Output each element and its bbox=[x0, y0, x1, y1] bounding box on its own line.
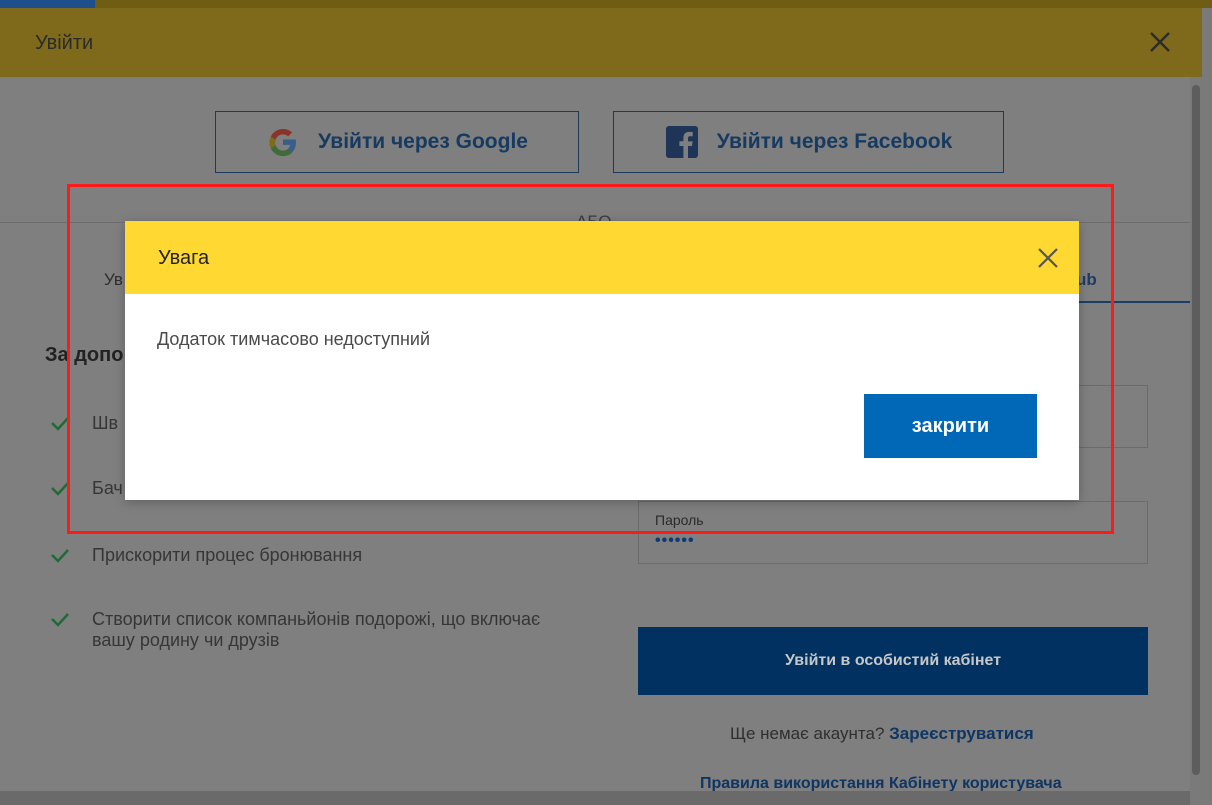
facebook-login-button[interactable]: Увійти через Facebook bbox=[613, 111, 1004, 173]
login-modal-header: Увійти bbox=[0, 8, 1202, 77]
top-strip-blue bbox=[0, 0, 95, 8]
no-account-row: Ще немає акаунта? Зареєструватися bbox=[730, 724, 1034, 744]
login-modal-title: Увійти bbox=[35, 32, 94, 54]
page-top-strip bbox=[0, 0, 1212, 8]
close-button[interactable]: закрити bbox=[864, 394, 1037, 458]
alert-header: Увага bbox=[125, 221, 1079, 294]
benefit-item: Прискорити процес бронювання bbox=[50, 545, 552, 568]
facebook-icon bbox=[665, 125, 699, 159]
password-value: •••••• bbox=[655, 532, 695, 549]
alert-dialog: Увага Додаток тимчасово недоступний закр… bbox=[125, 221, 1079, 500]
bottom-strip bbox=[0, 791, 1202, 805]
scrollbar-thumb[interactable] bbox=[1192, 85, 1200, 775]
benefit-item: Створити список компаньйонів подорожі, щ… bbox=[50, 609, 552, 651]
benefit-text: Прискорити процес бронювання bbox=[92, 545, 363, 565]
google-login-label: Увійти через Google bbox=[318, 130, 528, 153]
checkmark-icon bbox=[50, 547, 76, 568]
login-submit-button[interactable]: Увійти в особистий кабінет bbox=[638, 627, 1148, 695]
scrollbar[interactable] bbox=[1190, 77, 1202, 805]
google-login-button[interactable]: Увійти через Google bbox=[215, 111, 579, 173]
alert-message: Додаток тимчасово недоступний bbox=[157, 329, 431, 349]
register-link[interactable]: Зареєструватися bbox=[889, 724, 1034, 743]
benefit-text: Створити список компаньйонів подорожі, щ… bbox=[92, 609, 541, 650]
google-icon bbox=[266, 125, 300, 159]
close-icon[interactable] bbox=[1034, 244, 1062, 272]
no-account-text: Ще немає акаунта? bbox=[730, 724, 885, 743]
login-close-icon[interactable] bbox=[1146, 28, 1174, 56]
top-strip-yellow bbox=[95, 0, 1212, 8]
facebook-login-label: Увійти через Facebook bbox=[716, 130, 953, 153]
alert-title: Увага bbox=[158, 247, 210, 269]
checkmark-icon bbox=[50, 611, 76, 651]
